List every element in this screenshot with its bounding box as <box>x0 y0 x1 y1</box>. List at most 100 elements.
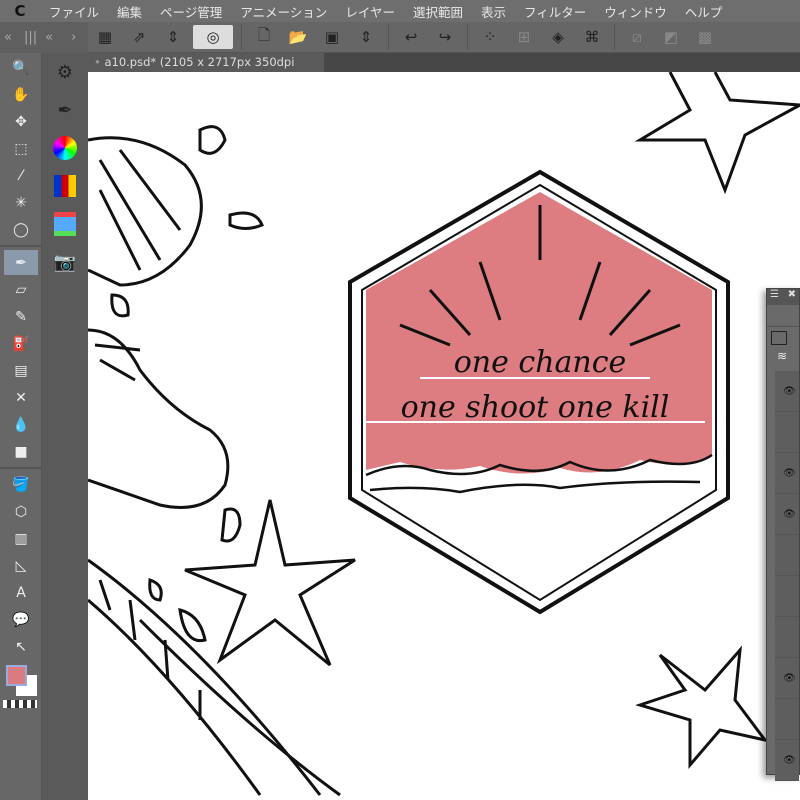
menu-help[interactable]: ヘルプ <box>676 2 732 21</box>
color-swatches <box>0 665 41 720</box>
pebble-drawing <box>110 293 130 318</box>
fill-tool-icon[interactable]: 💧 <box>4 412 38 437</box>
menu-bar: C ファイル 編集 ページ管理 アニメーション レイヤー 選択範囲 表示 フィル… <box>0 0 800 22</box>
line-correction-tool-icon[interactable]: ↖ <box>4 634 38 659</box>
eye-icon[interactable]: 👁 <box>783 509 796 520</box>
palette-menu-icon[interactable]: ☰ <box>770 289 779 305</box>
loading-icon[interactable]: ⁘ <box>476 25 504 49</box>
layer-stack-icon[interactable]: ≋ <box>767 349 799 371</box>
eyedropper-tool-icon[interactable]: ⁄ <box>4 163 38 188</box>
artwork-line1: one chance <box>454 345 627 380</box>
up-down-icon-2[interactable]: ⇕ <box>352 25 380 49</box>
close-icon[interactable]: ✖ <box>788 289 796 305</box>
move-tool-icon[interactable]: ✥ <box>4 109 38 134</box>
pen-tool-icon[interactable]: ✒ <box>4 250 38 275</box>
layer-row[interactable] <box>775 617 799 658</box>
open-folder-icon[interactable]: 📂 <box>284 25 312 49</box>
shoe-drawing <box>88 328 230 509</box>
layer-row[interactable] <box>775 699 799 740</box>
balloon-tool-icon[interactable]: 💬 <box>4 607 38 632</box>
eraser-tool-icon[interactable]: ▱ <box>4 277 38 302</box>
frame-tool-icon[interactable]: ▥ <box>4 526 38 551</box>
star-drawing <box>634 72 800 195</box>
lasso-tool-icon[interactable]: ◯ <box>4 217 38 242</box>
artwork: one chance one shoot one kill <box>88 72 800 797</box>
flag-bunting-drawing <box>88 558 322 796</box>
menu-file[interactable]: ファイル <box>40 2 108 21</box>
eye-icon[interactable]: 👁 <box>783 673 796 684</box>
layer-row[interactable] <box>775 535 799 576</box>
tool-palette: 🔍 ✋ ✥ ⬚ ⁄ ✳ ◯ ✒ ▱ ✎ ⛽ ▤ ✕ 💧 ■ 🪣 ⬡ ▥ ◺ A … <box>0 53 42 800</box>
magic-wand-tool-icon[interactable]: ✳ <box>4 190 38 215</box>
selection-icon[interactable]: ⊞ <box>510 25 538 49</box>
decoration-tool-icon[interactable]: ▤ <box>4 358 38 383</box>
star-drawing <box>184 499 356 667</box>
menu-layer[interactable]: レイヤー <box>336 2 404 21</box>
grip-icon[interactable]: ||| <box>24 30 37 45</box>
document-tab[interactable]: • a10.psd* (2105 x 2717px 350dpi 171.6%) <box>88 53 324 88</box>
layer-list: 👁 👁 👁 👁 👁 <box>767 371 799 781</box>
menu-window[interactable]: ウィンドウ <box>595 2 676 21</box>
bucket-tool-icon[interactable]: 🪣 <box>4 472 38 497</box>
blend-tool-icon[interactable]: ✕ <box>4 385 38 410</box>
menu-selection[interactable]: 選択範囲 <box>404 2 472 21</box>
layer-color-checkbox[interactable] <box>771 331 787 345</box>
eye-icon[interactable]: 👁 <box>783 468 796 479</box>
redo-icon[interactable]: ↪ <box>431 25 459 49</box>
expand-icon[interactable]: › <box>71 30 76 45</box>
up-down-icon[interactable]: ⇕ <box>159 25 187 49</box>
menu-animation[interactable]: アニメーション <box>231 2 336 21</box>
layer-palette: ☰ ✖ ≋ 👁 👁 👁 👁 👁 <box>766 288 800 781</box>
collapse-left-icon[interactable]: « <box>4 30 12 45</box>
layer-row[interactable]: 👁 <box>775 740 799 781</box>
layer-row[interactable]: 👁 <box>775 494 799 535</box>
layer-row[interactable] <box>775 412 799 453</box>
brush-tool-icon[interactable]: ✎ <box>4 304 38 329</box>
main-color-swatch[interactable] <box>6 665 27 686</box>
menu-edit[interactable]: 編集 <box>108 2 151 21</box>
save-icon[interactable]: ▣ <box>318 25 346 49</box>
pebble-drawing <box>228 211 264 230</box>
tool-property-icon[interactable]: ⚙ <box>42 53 88 91</box>
menu-filter[interactable]: フィルター <box>515 2 595 21</box>
eye-icon[interactable]: 👁 <box>783 386 796 397</box>
airbrush-tool-icon[interactable]: ⛽ <box>4 331 38 356</box>
export-icon[interactable]: ⇗ <box>125 25 153 49</box>
text-tool-icon[interactable]: A <box>4 580 38 605</box>
transparent-color-swatch[interactable] <box>3 700 37 708</box>
transform-icon[interactable]: ⌘ <box>578 25 606 49</box>
fill-icon[interactable]: ◈ <box>544 25 572 49</box>
grid-icon[interactable]: ▦ <box>91 25 119 49</box>
clip-studio-icon[interactable]: ◎ <box>193 25 233 49</box>
menu-page[interactable]: ページ管理 <box>151 2 231 21</box>
pebble-drawing <box>220 507 242 543</box>
pebble-drawing <box>148 577 163 602</box>
menu-view[interactable]: 表示 <box>472 2 515 21</box>
select-all-icon[interactable]: ▩ <box>691 25 719 49</box>
gradient-tool-icon[interactable]: ■ <box>4 439 38 464</box>
color-set-icon[interactable] <box>42 167 88 205</box>
hand-tool-icon[interactable]: ✋ <box>4 82 38 107</box>
object-tool-icon[interactable]: ⬚ <box>4 136 38 161</box>
command-bar: ▦ ⇗ ⇕ ◎ 🗋 📂 ▣ ⇕ ↩ ↪ ⁘ ⊞ ◈ ⌘ ⧄ ◩ ▩ <box>88 22 800 53</box>
material-icon[interactable]: 📷 <box>42 243 88 281</box>
ruler-tool-icon[interactable]: ◺ <box>4 553 38 578</box>
seashell-drawing <box>88 136 203 287</box>
app-logo-icon[interactable]: C <box>0 2 40 20</box>
eye-icon[interactable]: 👁 <box>783 755 796 766</box>
canvas[interactable]: one chance one shoot one kill <box>88 72 800 800</box>
layer-row[interactable] <box>775 576 799 617</box>
new-file-icon[interactable]: 🗋 <box>250 25 278 49</box>
layer-row[interactable]: 👁 <box>775 371 799 412</box>
brush-size-icon[interactable]: ✒ <box>42 91 88 129</box>
figure-tool-icon[interactable]: ⬡ <box>4 499 38 524</box>
invert-icon[interactable]: ◩ <box>657 25 685 49</box>
layer-row[interactable]: 👁 <box>775 658 799 699</box>
undo-icon[interactable]: ↩ <box>397 25 425 49</box>
collapse-sub-icon[interactable]: « <box>45 30 53 45</box>
zoom-tool-icon[interactable]: 🔍 <box>4 55 38 80</box>
layer-row[interactable]: 👁 <box>775 453 799 494</box>
color-wheel-icon[interactable] <box>42 129 88 167</box>
animation-timeline-icon[interactable] <box>42 205 88 243</box>
clear-icon[interactable]: ⧄ <box>623 25 651 49</box>
